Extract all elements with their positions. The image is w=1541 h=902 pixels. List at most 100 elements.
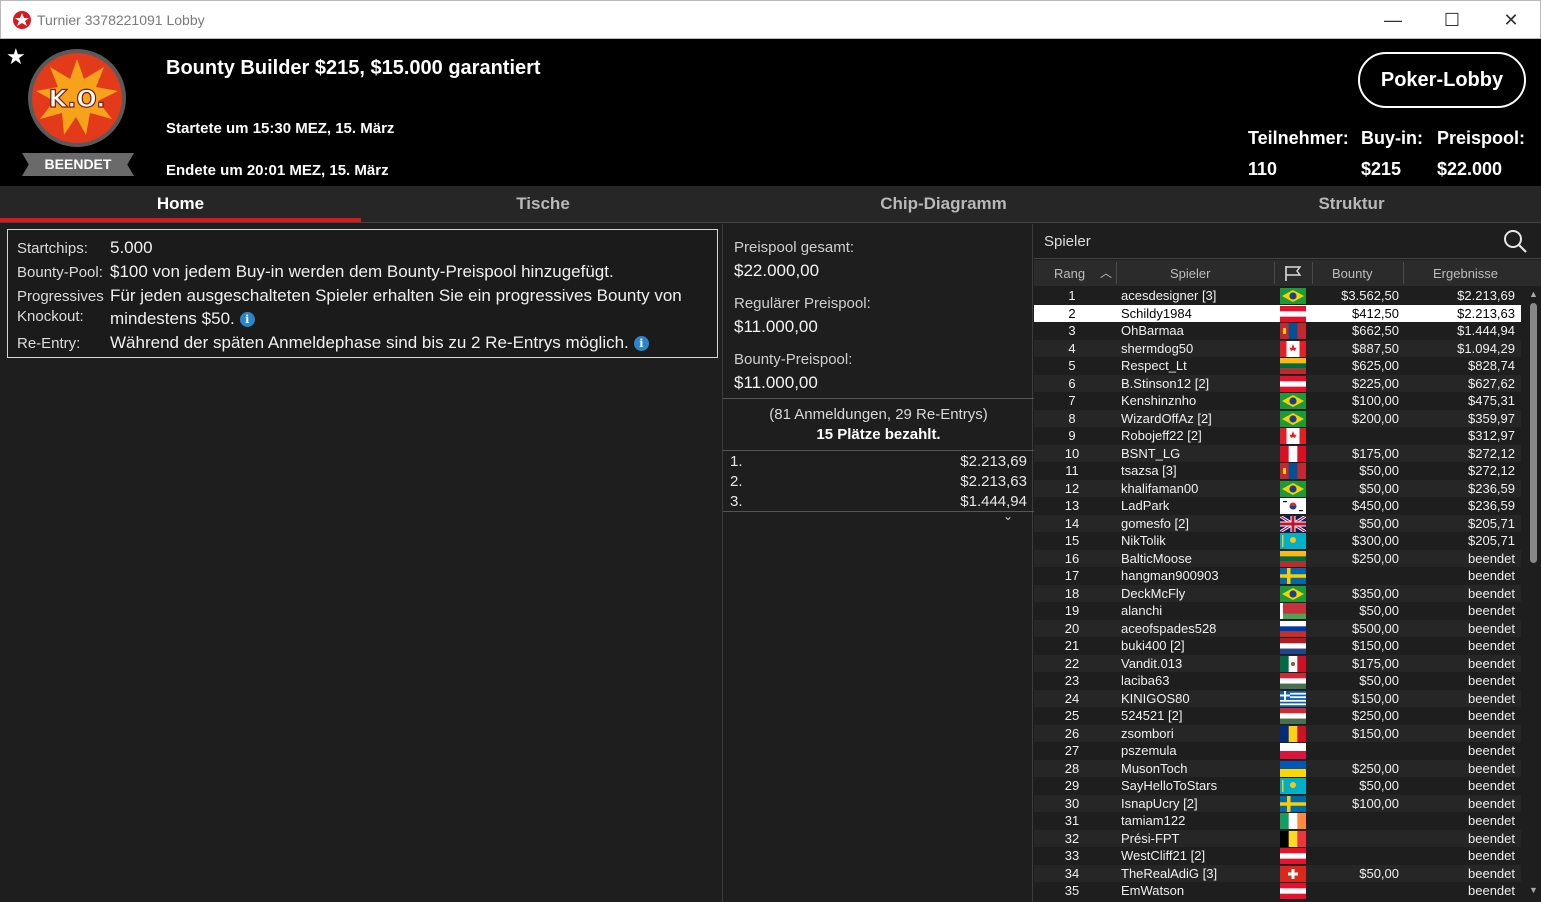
players-scrollbar[interactable]: ▲ ▼ — [1528, 287, 1540, 899]
players-search-label: Spieler — [1044, 233, 1091, 250]
player-row[interactable]: 35 EmWatson beendet — [1034, 882, 1521, 899]
flag-column-icon[interactable] — [1284, 265, 1302, 281]
player-rank: 19 — [1064, 603, 1080, 618]
player-result: $272,12 — [1468, 445, 1515, 461]
player-row[interactable]: 4 shermdog50 $887,50 $1.094,29 — [1034, 339, 1521, 357]
maximize-button[interactable]: ☐ — [1423, 1, 1481, 39]
player-row[interactable]: 30 IsnapUcry [2] $100,00 beendet — [1034, 794, 1521, 812]
player-row[interactable]: 19 alanchi $50,00 beendet — [1034, 602, 1521, 620]
search-icon[interactable] — [1502, 228, 1528, 254]
player-row[interactable]: 22 Vandit.013 $175,00 beendet — [1034, 654, 1521, 672]
player-row[interactable]: 33 WestCliff21 [2] beendet — [1034, 847, 1521, 865]
player-row[interactable]: 15 NikTolik $300,00 $205,71 — [1034, 532, 1521, 550]
player-row[interactable]: 1 acesdesigner [3] $3.562,50 $2.213,69 — [1034, 287, 1521, 305]
country-flag-icon — [1280, 568, 1306, 584]
tab-bar: Home Tische Chip-Diagramm Struktur — [0, 186, 1541, 223]
player-row[interactable]: 11 tsazsa [3] $50,00 $272,12 — [1034, 462, 1521, 480]
player-row[interactable]: 17 hangman900903 beendet — [1034, 567, 1521, 585]
player-bounty: $175,00 — [1352, 655, 1399, 671]
player-row[interactable]: 28 MusonToch $250,00 beendet — [1034, 759, 1521, 777]
scrollbar-thumb[interactable] — [1530, 303, 1537, 563]
player-row[interactable]: 29 SayHelloToStars $50,00 beendet — [1034, 777, 1521, 795]
total-prizepool-label: Preispool gesamt: — [734, 239, 855, 256]
info-icon[interactable]: i — [633, 336, 649, 351]
country-flag-icon — [1280, 813, 1306, 829]
tab-tables[interactable]: Tische — [361, 186, 725, 222]
knockout-label: Knockout: — [17, 308, 84, 325]
poker-lobby-button[interactable]: Poker-Lobby — [1358, 52, 1526, 108]
player-row[interactable]: 9 Robojeff22 [2] $312,97 — [1034, 427, 1521, 445]
player-row[interactable]: 5 Respect_Lt $625,00 $828,74 — [1034, 357, 1521, 375]
player-rank: 11 — [1065, 463, 1079, 478]
start-time: Startete um 15:30 MEZ, 15. März — [166, 120, 395, 137]
player-row[interactable]: 32 Prési-FPT beendet — [1034, 829, 1521, 847]
tab-structure[interactable]: Struktur — [1162, 186, 1541, 222]
player-rank: 4 — [1068, 340, 1076, 356]
expand-chevron-down-icon[interactable]: ⌄ — [1003, 509, 1013, 523]
player-bounty: $100,00 — [1352, 393, 1399, 408]
close-window-button[interactable]: ✕ — [1482, 1, 1540, 39]
column-results[interactable]: Ergebnisse — [1433, 266, 1498, 281]
player-row[interactable]: 13 LadPark $450,00 $236,59 — [1034, 497, 1521, 515]
player-row[interactable]: 12 khalifaman00 $50,00 $236,59 — [1034, 479, 1521, 497]
player-row[interactable]: 16 BalticMoose $250,00 beendet — [1034, 549, 1521, 567]
player-row[interactable]: 18 DeckMcFly $350,00 beendet — [1034, 584, 1521, 602]
player-result: $475,31 — [1468, 393, 1515, 408]
player-row[interactable]: 6 B.Stinson12 [2] $225,00 $627,62 — [1034, 374, 1521, 392]
player-row[interactable]: 14 gomesfo [2] $50,00 $205,71 — [1034, 514, 1521, 533]
player-result: $236,59 — [1468, 480, 1515, 496]
tab-chip-chart[interactable]: Chip-Diagramm — [725, 186, 1162, 222]
info-icon[interactable]: i — [239, 312, 255, 327]
player-row[interactable]: 31 tamiam122 beendet — [1034, 812, 1521, 830]
player-name: MusonToch — [1121, 760, 1188, 776]
player-row[interactable]: 24 KINIGOS80 $150,00 beendet — [1034, 689, 1521, 707]
country-flag-icon — [1280, 708, 1306, 724]
country-flag-icon — [1280, 795, 1306, 812]
player-row[interactable]: 7 Kenshinznho $100,00 $475,31 — [1034, 392, 1521, 410]
player-search-bar[interactable]: Spieler — [1034, 224, 1541, 259]
payout-amount: $2.213,69 — [960, 453, 1027, 470]
regular-prizepool-label: Regulärer Preispool: — [734, 295, 871, 312]
scroll-down-icon[interactable]: ▼ — [1529, 885, 1538, 895]
player-name: OhBarmaa — [1121, 323, 1184, 338]
player-name: Kenshinznho — [1121, 393, 1197, 408]
player-result: $1.094,29 — [1457, 340, 1515, 356]
player-result: beendet — [1468, 708, 1515, 723]
players-panel: Spieler Rang ︿ Spieler Bounty Ergebnisse… — [1034, 224, 1541, 902]
scroll-up-icon[interactable]: ▲ — [1529, 289, 1538, 299]
sort-ascending-icon[interactable]: ︿ — [1100, 264, 1112, 281]
tab-home[interactable]: Home — [0, 186, 361, 222]
favorite-star-icon[interactable]: ★ — [6, 44, 26, 70]
country-flag-icon — [1280, 883, 1306, 899]
player-row[interactable]: 10 BSNT_LG $175,00 $272,12 — [1034, 444, 1521, 462]
player-row[interactable]: 8 WizardOffAz [2] $200,00 $359,97 — [1034, 409, 1521, 427]
player-rank: 30 — [1064, 795, 1080, 811]
player-row[interactable]: 26 zsombori $150,00 beendet — [1034, 724, 1521, 742]
player-row[interactable]: 2 Schildy1984 $412,50 $2.213,63 — [1034, 304, 1521, 322]
column-rank[interactable]: Rang — [1054, 266, 1085, 281]
tournament-header: ★ K.O. BEENDET Bounty Builder $215, $15.… — [0, 39, 1541, 186]
player-result: beendet — [1468, 760, 1515, 776]
player-row[interactable]: 20 aceofspades528 $500,00 beendet — [1034, 619, 1521, 637]
country-flag-icon — [1280, 778, 1306, 794]
minimize-button[interactable]: — — [1364, 1, 1422, 39]
player-name: tamiam122 — [1121, 813, 1186, 828]
country-flag-icon — [1280, 760, 1306, 777]
player-name: LadPark — [1121, 498, 1170, 513]
bountypool-label: Bounty-Pool: — [17, 264, 103, 281]
player-rank: 5 — [1068, 358, 1076, 373]
player-row[interactable]: 21 buki400 [2] $150,00 beendet — [1034, 637, 1521, 655]
players-table-body: 1 acesdesigner [3] $3.562,50 $2.213,69 2 Schi… — [1034, 287, 1531, 899]
column-player[interactable]: Spieler — [1170, 266, 1210, 281]
player-rank: 12 — [1064, 480, 1080, 496]
player-bounty: $250,00 — [1352, 760, 1399, 776]
player-rank: 35 — [1064, 883, 1080, 898]
player-row[interactable]: 23 laciba63 $50,00 beendet — [1034, 672, 1521, 690]
column-bounty[interactable]: Bounty — [1332, 266, 1372, 281]
player-bounty: $662,50 — [1352, 323, 1399, 338]
player-row[interactable]: 34 TheRealAdiG [3] $50,00 beendet — [1034, 864, 1521, 882]
player-name: hangman900903 — [1121, 568, 1219, 583]
player-row[interactable]: 3 OhBarmaa $662,50 $1.444,94 — [1034, 322, 1521, 340]
player-row[interactable]: 27 pszemula beendet — [1034, 742, 1521, 760]
player-row[interactable]: 25 524521 [2] $250,00 beendet — [1034, 707, 1521, 725]
